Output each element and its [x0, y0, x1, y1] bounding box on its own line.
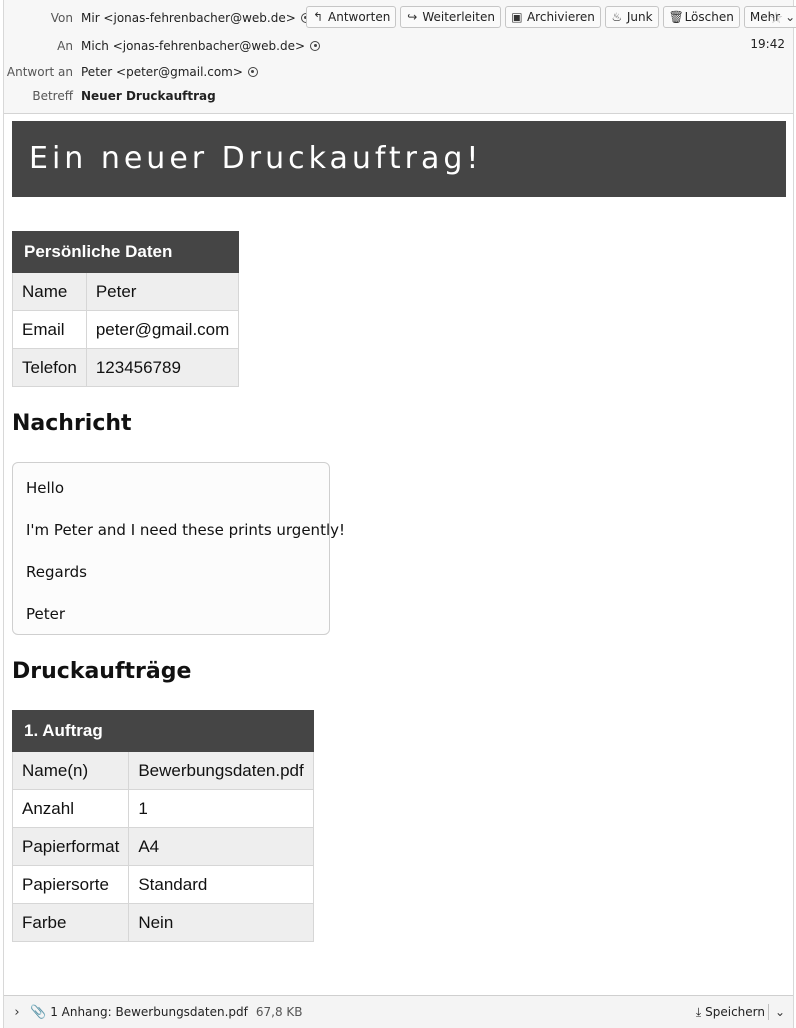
trash-icon: 🗑: [668, 10, 684, 24]
subject-label: Betreff: [32, 89, 73, 103]
table-cell-value: Peter: [85, 272, 240, 311]
table-cell-value: Standard: [128, 865, 314, 904]
message-header: Von Mir <jonas-fehrenbacher@web.de> ↰ An…: [4, 0, 796, 114]
subject-value: Neuer Druckauftrag: [81, 89, 216, 103]
from-label: Von: [50, 11, 73, 25]
to-label: An: [57, 39, 73, 53]
message-line: Peter: [26, 605, 66, 623]
message-time: 19:42: [750, 37, 785, 51]
to-value[interactable]: Mich <jonas-fehrenbacher@web.de>: [81, 36, 321, 56]
reply-button[interactable]: ↰ Antworten: [306, 6, 397, 28]
message-window: Von Mir <jonas-fehrenbacher@web.de> ↰ An…: [3, 0, 796, 1028]
reply-to-label: Antwort an: [6, 65, 73, 79]
attachment-label[interactable]: 1 Anhang: Bewerbungsdaten.pdf: [50, 1005, 248, 1019]
delete-label: Löschen: [684, 10, 734, 24]
reply-to-value[interactable]: Peter <peter@gmail.com>: [81, 62, 258, 82]
contact-icon[interactable]: [247, 67, 258, 77]
subject-row: Betreff Neuer Druckauftrag: [4, 86, 793, 106]
table-cell-value: 1: [128, 789, 314, 828]
junk-label: Junk: [626, 10, 653, 24]
message-line: Regards: [26, 563, 87, 581]
message-box: Hello I'm Peter and I need these prints …: [12, 462, 346, 635]
reply-to-row: Antwort an Peter <peter@gmail.com>: [4, 62, 793, 82]
table-row: Anzahl 1: [11, 789, 314, 828]
table-row: Papierformat A4: [11, 827, 314, 866]
junk-button[interactable]: ♨ Junk: [604, 6, 659, 28]
jobs-heading: Druckaufträge: [12, 659, 192, 684]
save-separator: [768, 1004, 769, 1020]
download-icon: ⤓: [695, 1004, 702, 1019]
attachment-bar: › 📎 1 Anhang: Bewerbungsdaten.pdf 67,8 K…: [4, 995, 793, 1028]
from-address[interactable]: Mir <jonas-fehrenbacher@web.de>: [81, 8, 296, 28]
archive-label: Archivieren: [526, 10, 595, 24]
table-row: Papiersorte Standard: [11, 865, 314, 904]
save-button[interactable]: ⤓ Speichern: [696, 1005, 765, 1020]
chevron-right-icon[interactable]: ›: [8, 1005, 26, 1020]
table-cell-label: Papierformat: [11, 827, 130, 866]
table-cell-label: Farbe: [11, 903, 130, 942]
message-line: I'm Peter and I need these prints urgent…: [26, 521, 346, 539]
table-row: Name Peter: [12, 272, 240, 311]
archive-button[interactable]: ▣ Archivieren: [504, 6, 601, 28]
to-row: An Mich <jonas-fehrenbacher@web.de>: [4, 36, 793, 56]
message-toolbar: ↰ Antworten ↪ Weiterleiten ▣ Archivieren…: [306, 6, 796, 28]
reply-label: Antworten: [328, 10, 391, 24]
table-cell-label: Anzahl: [11, 789, 130, 828]
email-banner: Ein neuer Druckauftrag!: [12, 121, 786, 197]
to-address[interactable]: Mich <jonas-fehrenbacher@web.de>: [81, 36, 305, 56]
table-row: Telefon 123456789: [12, 348, 240, 387]
forward-icon: ↪: [407, 10, 418, 24]
table-cell-label: Papiersorte: [11, 865, 130, 904]
message-line: Hello: [26, 479, 65, 497]
paperclip-icon: 📎: [30, 1004, 47, 1020]
table-cell-label: Email: [12, 310, 87, 349]
table-row: Name(n) Bewerbungsdaten.pdf: [11, 751, 314, 790]
from-value[interactable]: Mir <jonas-fehrenbacher@web.de>: [81, 8, 311, 28]
save-label: Speichern: [705, 1005, 765, 1019]
star-icon[interactable]: ☆: [769, 8, 783, 27]
delete-button[interactable]: 🗑 Löschen: [662, 6, 740, 28]
personal-data-header: Persönliche Daten: [11, 231, 240, 273]
table-cell-value: Nein: [128, 903, 314, 942]
job-table: 1. Auftrag Name(n) Bewerbungsdaten.pdf A…: [11, 710, 314, 942]
table-row: Farbe Nein: [11, 903, 314, 942]
table-cell-value: 123456789: [85, 348, 240, 387]
chevron-down-icon: ⌄: [785, 10, 796, 24]
attachment-size: 67,8 KB: [255, 1005, 303, 1019]
archive-icon: ▣: [511, 10, 523, 24]
contact-icon[interactable]: [310, 41, 321, 51]
message-heading: Nachricht: [12, 411, 132, 436]
table-cell-value: A4: [128, 827, 314, 866]
table-cell-value[interactable]: peter@gmail.com: [85, 310, 240, 349]
table-cell-label: Name: [12, 272, 87, 311]
table-row: Email peter@gmail.com: [12, 310, 240, 349]
forward-button[interactable]: ↪ Weiterleiten: [400, 6, 501, 28]
reply-icon: ↰: [312, 10, 324, 24]
chevron-down-icon[interactable]: ⌄: [775, 1005, 785, 1019]
reply-to-address[interactable]: Peter <peter@gmail.com>: [81, 62, 243, 82]
table-cell-value: Bewerbungsdaten.pdf: [128, 751, 314, 790]
table-cell-label: Telefon: [12, 348, 87, 387]
junk-flame-icon: ♨: [611, 10, 623, 24]
forward-label: Weiterleiten: [422, 10, 495, 24]
personal-data-table: Persönliche Daten Name Peter Email peter…: [11, 231, 240, 387]
job-header: 1. Auftrag: [12, 710, 314, 752]
table-cell-label: Name(n): [11, 751, 130, 790]
